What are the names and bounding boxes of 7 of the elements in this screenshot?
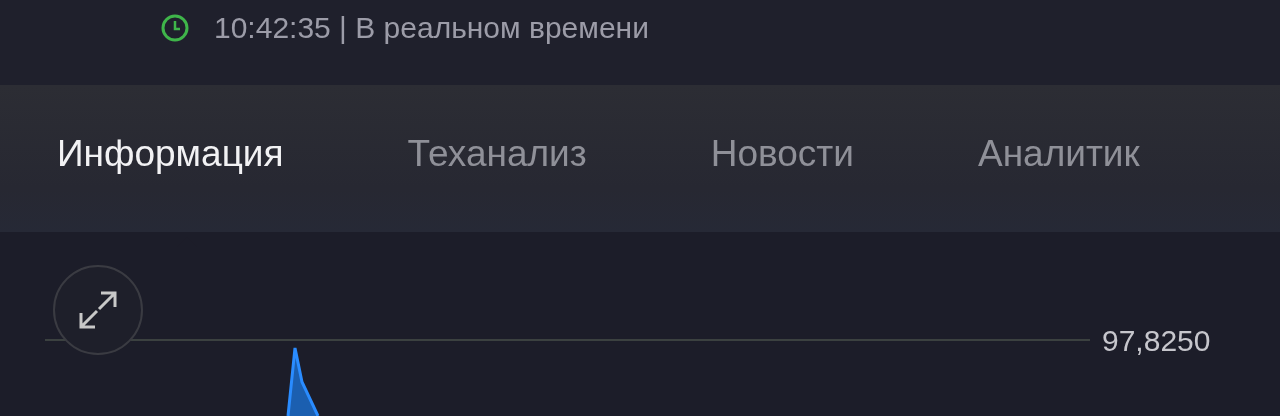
- tab[interactable]: Аналитик: [977, 132, 1140, 175]
- clock-icon: [160, 12, 190, 43]
- price-line: [286, 346, 320, 416]
- tab[interactable]: Новости: [710, 132, 854, 175]
- update-time: 10:42:35 | В реальном времени: [214, 10, 649, 45]
- price-label: 97,8250: [1102, 324, 1211, 358]
- tab[interactable]: Теханализ: [407, 132, 587, 175]
